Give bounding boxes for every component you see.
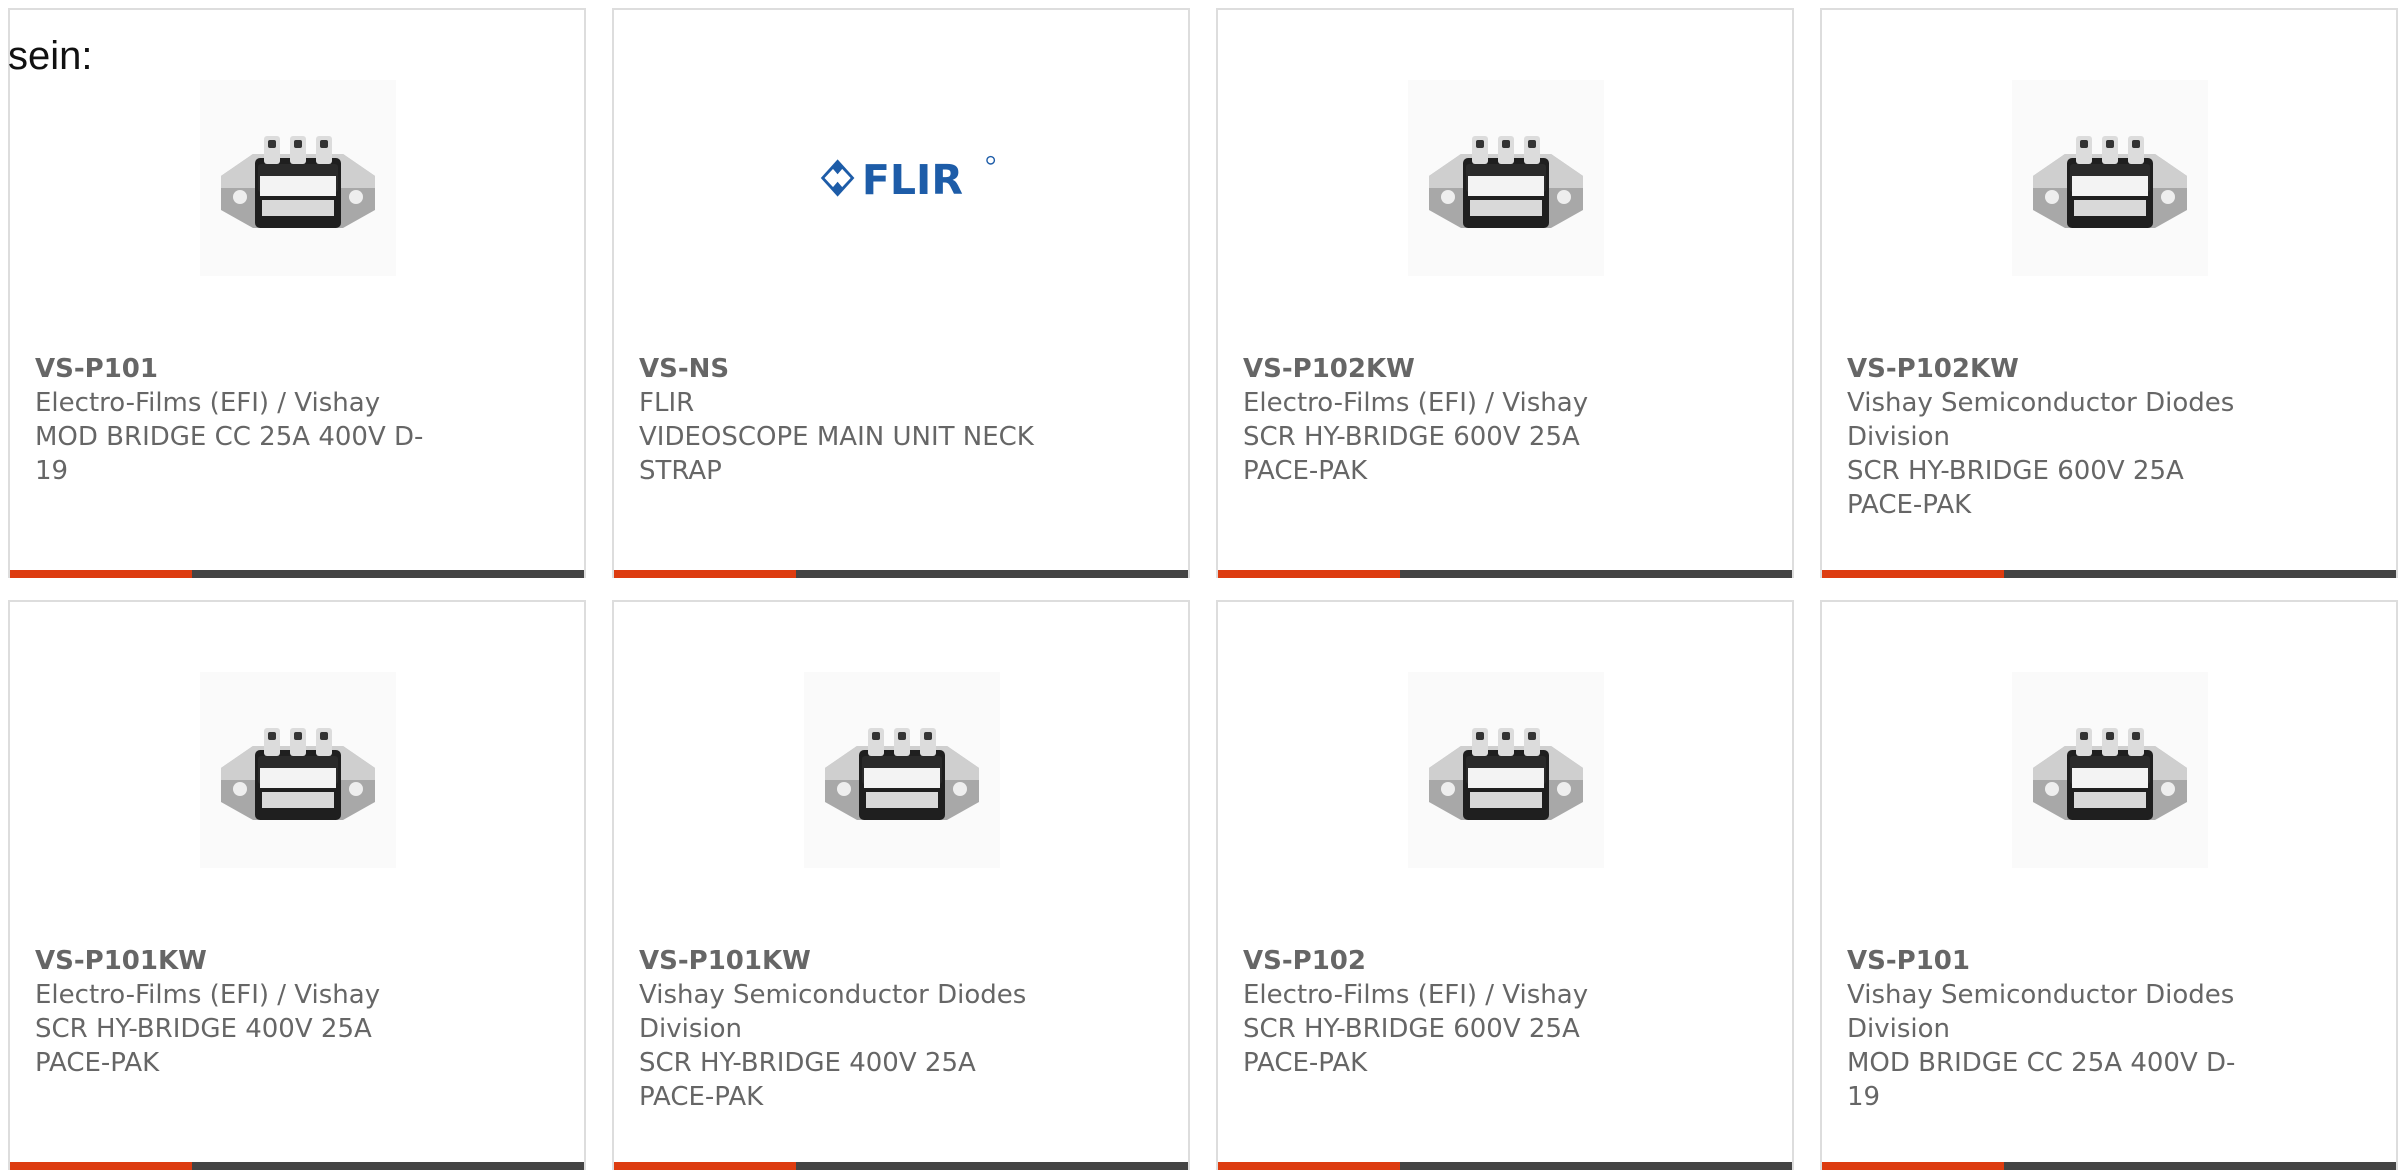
product-card[interactable]: VS-P102KW Electro-Films (EFI) / Vishay S… bbox=[1216, 8, 1794, 578]
bridge-rectifier-module-icon bbox=[825, 728, 979, 820]
card-accent-highlight bbox=[614, 570, 796, 578]
manufacturer-name: Vishay Semiconductor Diodes Division bbox=[1847, 980, 2235, 1044]
product-description: SCR HY-BRIDGE 400V 25A PACE-PAK bbox=[639, 1048, 976, 1112]
product-grid: VS-P101 Electro-Films (EFI) / Vishay MOD… bbox=[8, 8, 2398, 1170]
bridge-rectifier-module-icon bbox=[221, 728, 375, 820]
card-accent-bar bbox=[10, 570, 584, 578]
product-card[interactable]: VS-P102KW Vishay Semiconductor Diodes Di… bbox=[1820, 8, 2398, 578]
card-accent-bar bbox=[1822, 1162, 2396, 1170]
part-number[interactable]: VS-P101 bbox=[1847, 944, 2267, 978]
product-info: VS-P101KW Vishay Semiconductor Diodes Di… bbox=[639, 944, 1059, 1114]
part-number[interactable]: VS-P101 bbox=[35, 352, 455, 386]
product-card[interactable]: VS-P101KW Electro-Films (EFI) / Vishay S… bbox=[8, 600, 586, 1170]
product-info: VS-P102KW Electro-Films (EFI) / Vishay S… bbox=[1243, 352, 1663, 488]
card-accent-highlight bbox=[1218, 1162, 1400, 1170]
product-info: VS-P102KW Vishay Semiconductor Diodes Di… bbox=[1847, 352, 2267, 522]
card-accent-highlight bbox=[1218, 570, 1400, 578]
product-image bbox=[1408, 80, 1604, 276]
card-accent-bar bbox=[1822, 570, 2396, 578]
product-image bbox=[2012, 672, 2208, 868]
bridge-rectifier-module-icon bbox=[1429, 136, 1583, 228]
card-accent-highlight bbox=[1822, 1162, 2004, 1170]
product-card[interactable]: FLIR VS-NS FLIR VIDEOSCOPE MAIN UNIT NEC… bbox=[612, 8, 1190, 578]
bridge-rectifier-module-icon bbox=[2033, 728, 2187, 820]
product-info: VS-P101 Vishay Semiconductor Diodes Divi… bbox=[1847, 944, 2267, 1114]
product-description: MOD BRIDGE CC 25A 400V D-19 bbox=[35, 422, 424, 486]
product-card[interactable]: VS-P101 Vishay Semiconductor Diodes Divi… bbox=[1820, 600, 2398, 1170]
product-description: SCR HY-BRIDGE 600V 25A PACE-PAK bbox=[1243, 1014, 1580, 1078]
part-number[interactable]: VS-P101KW bbox=[35, 944, 455, 978]
part-number[interactable]: VS-P102KW bbox=[1847, 352, 2267, 386]
product-image bbox=[804, 672, 1000, 868]
product-card[interactable]: VS-P101KW Vishay Semiconductor Diodes Di… bbox=[612, 600, 1190, 1170]
card-accent-highlight bbox=[614, 1162, 796, 1170]
part-number[interactable]: VS-P102 bbox=[1243, 944, 1663, 978]
card-accent-bar bbox=[1218, 570, 1792, 578]
card-accent-bar bbox=[614, 1162, 1188, 1170]
card-accent-highlight bbox=[1822, 570, 2004, 578]
manufacturer-name: FLIR bbox=[639, 388, 695, 418]
product-info: VS-NS FLIR VIDEOSCOPE MAIN UNIT NECK STR… bbox=[639, 352, 1059, 488]
product-description: SCR HY-BRIDGE 400V 25A PACE-PAK bbox=[35, 1014, 372, 1078]
product-description: VIDEOSCOPE MAIN UNIT NECK STRAP bbox=[639, 422, 1034, 486]
card-accent-bar bbox=[1218, 1162, 1792, 1170]
product-image bbox=[200, 672, 396, 868]
product-info: VS-P101 Electro-Films (EFI) / Vishay MOD… bbox=[35, 352, 455, 488]
flir-logo-text: FLIR bbox=[862, 156, 963, 204]
part-number[interactable]: VS-NS bbox=[639, 352, 1059, 386]
intro-text: sein: bbox=[8, 34, 93, 78]
product-description: MOD BRIDGE CC 25A 400V D-19 bbox=[1847, 1048, 2236, 1112]
product-image bbox=[2012, 80, 2208, 276]
bridge-rectifier-module-icon bbox=[2033, 136, 2187, 228]
part-number[interactable]: VS-P102KW bbox=[1243, 352, 1663, 386]
manufacturer-name: Electro-Films (EFI) / Vishay bbox=[35, 980, 381, 1010]
manufacturer-name: Vishay Semiconductor Diodes Division bbox=[1847, 388, 2235, 452]
card-accent-highlight bbox=[10, 1162, 192, 1170]
product-image bbox=[200, 80, 396, 276]
product-card[interactable]: VS-P102 Electro-Films (EFI) / Vishay SCR… bbox=[1216, 600, 1794, 1170]
manufacturer-name: Vishay Semiconductor Diodes Division bbox=[639, 980, 1027, 1044]
flir-logo: FLIR bbox=[804, 80, 1000, 276]
manufacturer-name: Electro-Films (EFI) / Vishay bbox=[1243, 980, 1589, 1010]
manufacturer-name: Electro-Films (EFI) / Vishay bbox=[1243, 388, 1589, 418]
product-info: VS-P102 Electro-Films (EFI) / Vishay SCR… bbox=[1243, 944, 1663, 1080]
bridge-rectifier-module-icon bbox=[221, 136, 375, 228]
flir-logo-icon: FLIR bbox=[820, 155, 996, 204]
card-accent-bar bbox=[10, 1162, 584, 1170]
bridge-rectifier-module-icon bbox=[1429, 728, 1583, 820]
product-image bbox=[1408, 672, 1604, 868]
part-number[interactable]: VS-P101KW bbox=[639, 944, 1059, 978]
product-description: SCR HY-BRIDGE 600V 25A PACE-PAK bbox=[1847, 456, 2184, 520]
manufacturer-name: Electro-Films (EFI) / Vishay bbox=[35, 388, 381, 418]
product-description: SCR HY-BRIDGE 600V 25A PACE-PAK bbox=[1243, 422, 1580, 486]
card-accent-bar bbox=[614, 570, 1188, 578]
card-accent-highlight bbox=[10, 570, 192, 578]
product-info: VS-P101KW Electro-Films (EFI) / Vishay S… bbox=[35, 944, 455, 1080]
product-card[interactable]: VS-P101 Electro-Films (EFI) / Vishay MOD… bbox=[8, 8, 586, 578]
